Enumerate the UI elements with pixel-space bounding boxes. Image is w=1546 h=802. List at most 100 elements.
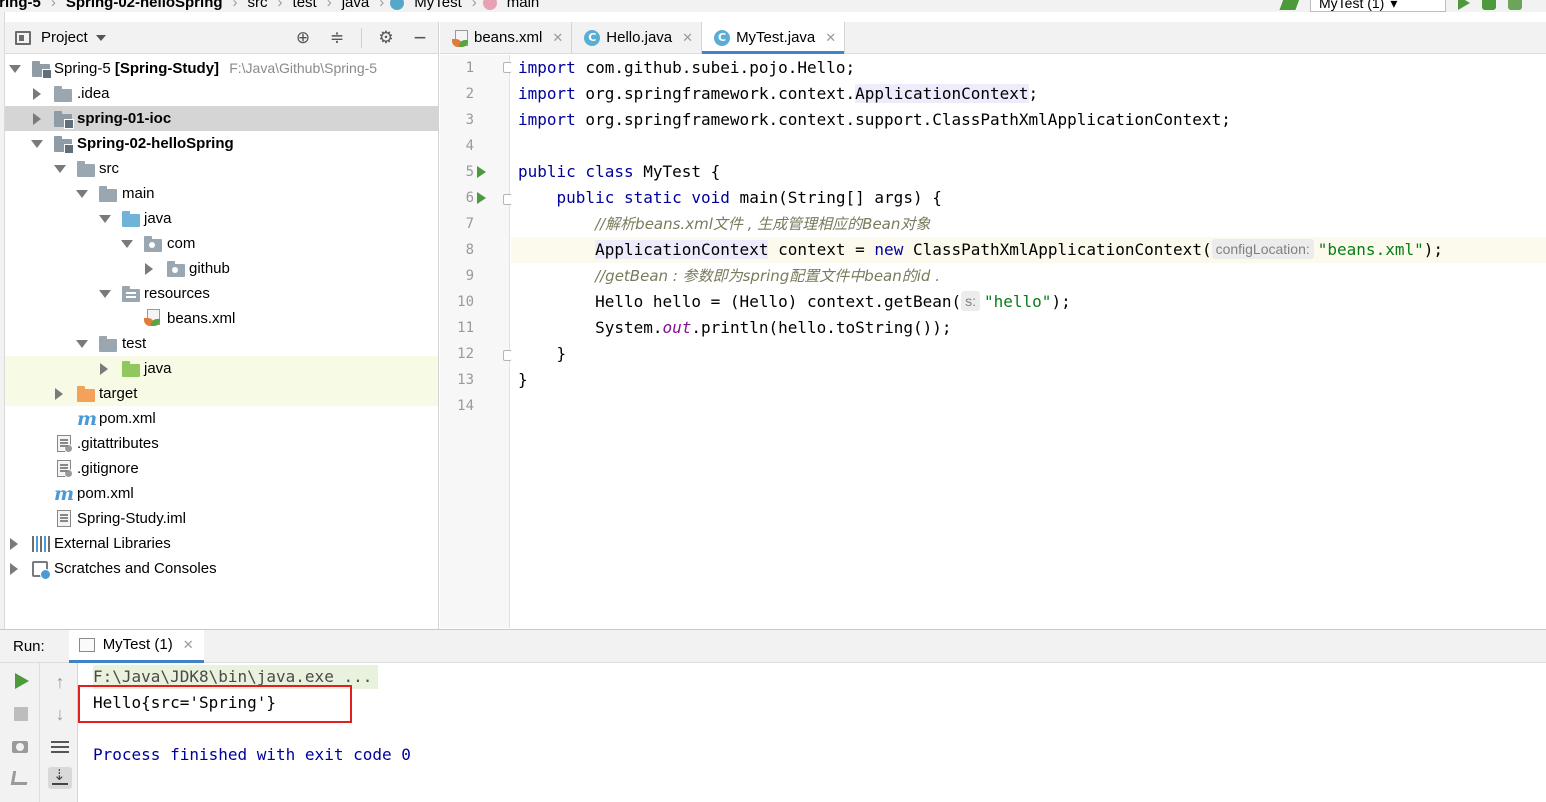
run-panel-header: Run: MyTest (1) ✕: [0, 629, 1546, 663]
chevron-down-icon[interactable]: [99, 290, 111, 298]
tree-item-beans-xml[interactable]: beans.xml: [5, 306, 438, 331]
tree-item-java-test[interactable]: java: [5, 356, 438, 381]
stop-icon[interactable]: [14, 707, 28, 721]
build-hammer-icon[interactable]: [1279, 0, 1301, 10]
tree-item-spring-study-iml[interactable]: Spring-Study.iml: [5, 506, 438, 531]
tree-item-spring-02-hellospring[interactable]: Spring-02-helloSpring: [5, 131, 438, 156]
chevron-right-icon[interactable]: [33, 112, 41, 125]
folder-icon: [99, 335, 117, 352]
tree-item-external-libraries[interactable]: External Libraries: [5, 531, 438, 556]
chevron-down-icon[interactable]: [76, 190, 88, 198]
breadcrumb-item[interactable]: MyTest: [410, 0, 466, 11]
camera-icon[interactable]: [12, 741, 28, 753]
project-panel-title[interactable]: Project: [41, 29, 88, 46]
tree-item-pom-xml-root[interactable]: m pom.xml: [5, 481, 438, 506]
coverage-icon[interactable]: [1508, 0, 1522, 10]
tree-item-src[interactable]: src: [5, 156, 438, 181]
chevron-right-icon[interactable]: [100, 362, 108, 375]
tree-item-com[interactable]: com: [5, 231, 438, 256]
chevron-right-icon[interactable]: [145, 262, 153, 275]
scratches-icon: [32, 560, 51, 580]
tree-item-gitignore[interactable]: .gitignore: [5, 456, 438, 481]
chevron-down-icon[interactable]: [9, 65, 21, 73]
scroll-to-end-icon[interactable]: [48, 766, 72, 789]
chevron-down-icon[interactable]: [95, 34, 106, 41]
tree-item-pom-xml-module[interactable]: m pom.xml: [5, 406, 438, 431]
chevron-down-icon[interactable]: [99, 215, 111, 223]
rerun-icon[interactable]: [15, 673, 29, 689]
chevron-right-icon[interactable]: [33, 87, 41, 100]
breadcrumb-item[interactable]: pring-5: [0, 0, 45, 11]
tab-mytest-java[interactable]: C MyTest.java ✕: [702, 22, 846, 54]
tree-item-resources[interactable]: resources: [5, 281, 438, 306]
tree-item-target[interactable]: target: [5, 381, 438, 406]
tree-item-scratches[interactable]: Scratches and Consoles: [5, 556, 438, 581]
run-icon[interactable]: [1458, 0, 1470, 10]
code-line: }: [518, 341, 567, 367]
chevron-right-icon[interactable]: [10, 537, 18, 550]
close-icon[interactable]: ✕: [183, 637, 194, 653]
arrow-up-icon[interactable]: ↑: [52, 673, 68, 691]
tree-item-label: main: [122, 185, 155, 202]
chevron-down-icon[interactable]: [31, 140, 43, 148]
close-icon[interactable]: ✕: [825, 30, 836, 46]
chevron-right-icon[interactable]: [55, 387, 63, 400]
code-line: Hello hello = (Hello) context.getBean(s:…: [518, 289, 1071, 315]
pin-icon[interactable]: [10, 771, 30, 785]
line-number: 2: [465, 86, 474, 102]
breadcrumb-item[interactable]: src: [244, 0, 272, 11]
tab-hello-java[interactable]: C Hello.java ✕: [572, 22, 703, 53]
console-output[interactable]: F:\Java\JDK8\bin\java.exe ... Hello{src=…: [78, 663, 1546, 802]
arrow-down-icon[interactable]: ↓: [52, 705, 68, 723]
tree-item-spring-5[interactable]: Spring-5 [Spring-Study] F:\Java\Github\S…: [5, 56, 438, 81]
java-class-icon: [390, 0, 405, 10]
tree-item-label: External Libraries: [54, 535, 171, 552]
maven-icon: m: [54, 483, 75, 505]
chevron-down-icon[interactable]: [54, 165, 66, 173]
code-text: main(String[] args) {: [729, 188, 942, 207]
close-icon[interactable]: ✕: [682, 30, 693, 46]
project-name: [Spring-Study]: [114, 60, 220, 77]
tab-run-mytest[interactable]: MyTest (1) ✕: [68, 629, 204, 663]
tree-item-gitattributes[interactable]: .gitattributes: [5, 431, 438, 456]
module-folder-icon: [54, 135, 74, 154]
collapse-all-icon[interactable]: ≑: [327, 28, 347, 48]
locate-icon[interactable]: ⊕: [293, 28, 313, 48]
java-class-icon: C: [584, 29, 601, 46]
chevron-down-icon[interactable]: [76, 340, 88, 348]
hide-icon[interactable]: −: [410, 27, 430, 49]
breadcrumb-item[interactable]: java: [338, 0, 374, 11]
run-gutter-icon[interactable]: [477, 166, 486, 178]
chevron-right-icon[interactable]: [10, 562, 18, 575]
soft-wrap-icon[interactable]: [51, 741, 69, 755]
folder-icon: [54, 85, 72, 102]
code-text: }: [518, 370, 528, 389]
breadcrumb-item[interactable]: test: [289, 0, 321, 11]
close-icon[interactable]: ✕: [552, 30, 563, 46]
tree-item-label: .gitattributes: [77, 435, 159, 452]
gear-icon[interactable]: ⚙: [376, 28, 396, 48]
tree-item-label: src: [99, 160, 119, 177]
breadcrumb-item[interactable]: main: [503, 0, 544, 11]
run-configuration-select[interactable]: MyTest (1) ▾: [1310, 0, 1446, 12]
tab-beans-xml[interactable]: beans.xml ✕: [440, 22, 573, 53]
tree-item-java-main[interactable]: java: [5, 206, 438, 231]
tree-item-idea[interactable]: .idea: [5, 81, 438, 106]
run-gutter-icon[interactable]: [477, 192, 486, 204]
module-path: F:\Java\Github\Spring-5: [229, 60, 378, 76]
code-editor[interactable]: import com.github.subei.pojo.Hello; impo…: [511, 55, 1546, 628]
tree-item-github[interactable]: github: [5, 256, 438, 281]
debug-icon[interactable]: [1482, 0, 1496, 10]
tree-item-test[interactable]: test: [5, 331, 438, 356]
chevron-down-icon[interactable]: [121, 240, 133, 248]
tree-item-label: test: [122, 335, 147, 352]
code-line: public static void main(String[] args) {: [518, 185, 942, 211]
breadcrumb: pring-5› Spring-02-helloSpring› src› tes…: [0, 0, 543, 11]
package-icon: [144, 235, 162, 252]
tree-item-main[interactable]: main: [5, 181, 438, 206]
code-string: "hello": [984, 292, 1052, 311]
tree-item-spring-01-ioc[interactable]: spring-01-ioc: [5, 106, 438, 131]
code-line: //getBean : 参数即为spring配置文件中bean的id .: [518, 263, 940, 289]
breadcrumb-item[interactable]: Spring-02-helloSpring: [62, 0, 227, 11]
code-text: ApplicationContext: [855, 84, 1029, 103]
